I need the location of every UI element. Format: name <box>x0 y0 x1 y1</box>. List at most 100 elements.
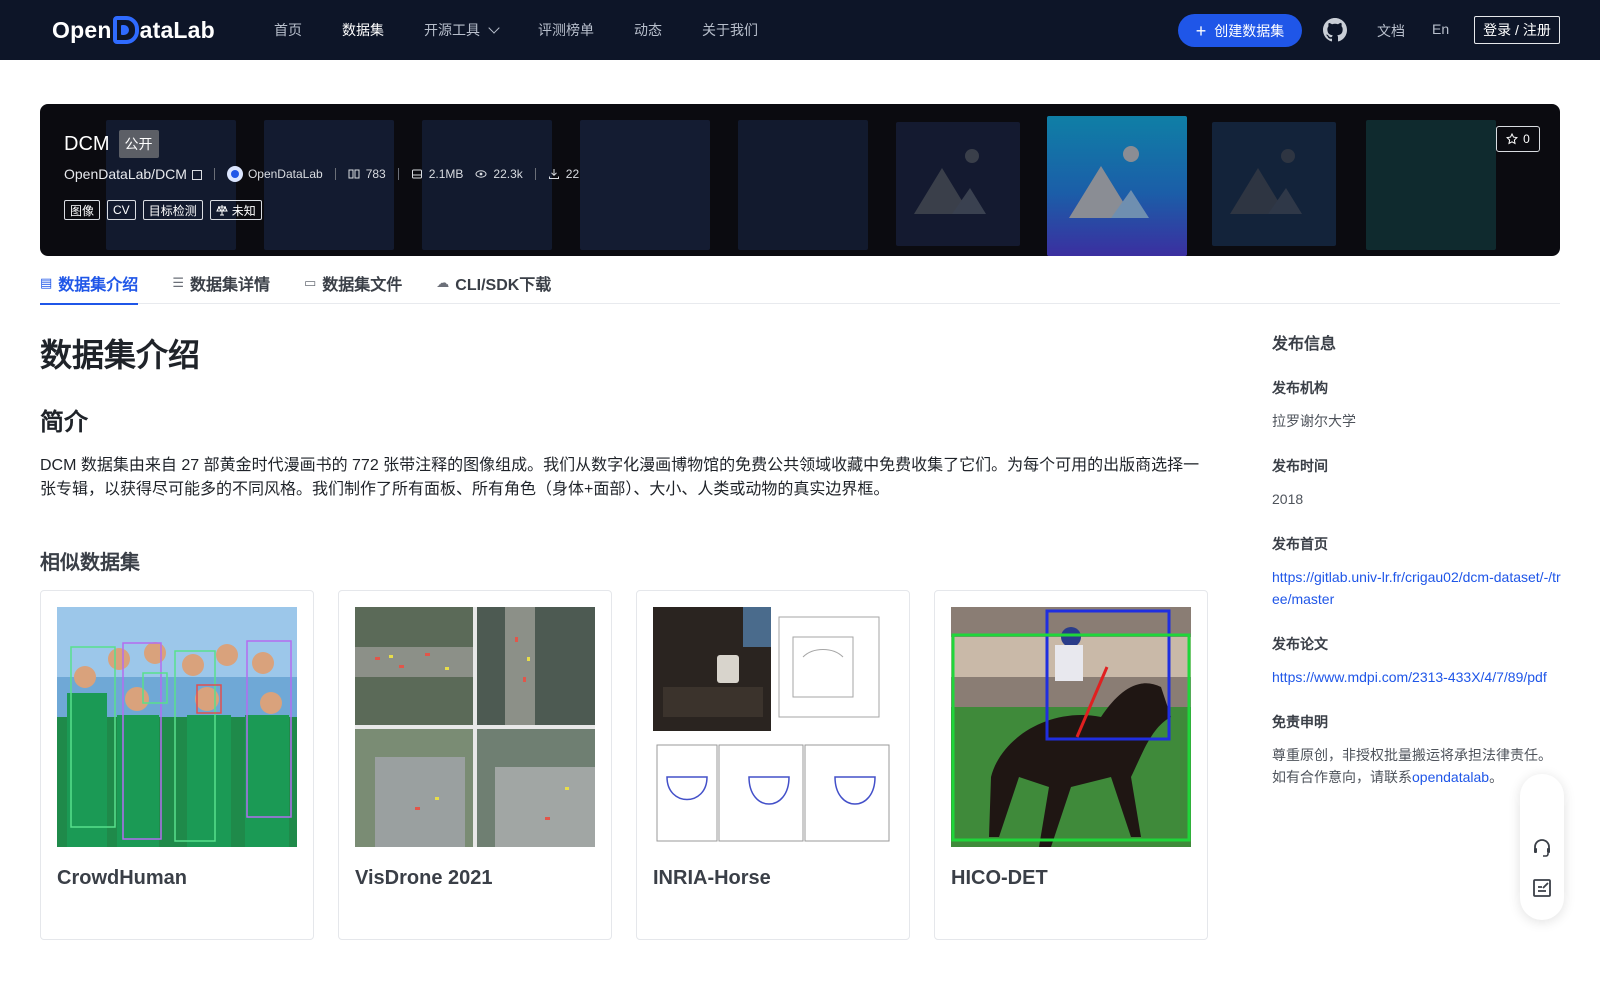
github-icon[interactable] <box>1323 18 1347 42</box>
disclaimer-text: 尊重原创，非授权批量搬运将承担法律责任。如有合作意向，请联系opendatala… <box>1272 744 1562 788</box>
license-tag[interactable]: 未知 <box>209 200 262 220</box>
login-register-button[interactable]: 登录 / 注册 <box>1474 16 1560 44</box>
tab-cli-sdk[interactable]: ☁ CLI/SDK下载 <box>436 262 551 304</box>
image-placeholder-icon <box>1047 116 1187 256</box>
tab-details[interactable]: ☰ 数据集详情 <box>172 262 270 304</box>
intro-heading: 简介 <box>40 409 88 436</box>
nav-news[interactable]: 动态 <box>634 20 662 40</box>
logo-d-mark <box>112 16 139 44</box>
nav-docs[interactable]: 文档 <box>1377 21 1405 41</box>
image-placeholder-icon <box>1212 122 1336 246</box>
star-icon <box>1506 133 1519 145</box>
file-count-value: 783 <box>365 167 386 181</box>
divider <box>397 168 399 180</box>
dataset-banner: DCM 公开 OpenDataLab/DCM OpenDataLab 783 2… <box>40 104 1560 256</box>
contact-link[interactable]: opendatalab <box>1412 769 1489 785</box>
opendatalab-logo[interactable]: Open ataLab <box>52 15 215 45</box>
similar-dataset-card[interactable]: HICO-DET <box>934 590 1208 940</box>
publisher-value: 拉罗谢尔大学 <box>1272 413 1356 429</box>
similar-dataset-list: CrowdHuman VisDrone 2021 INRIA-Horse HIC… <box>40 590 1232 940</box>
similar-dataset-name: CrowdHuman <box>57 867 187 889</box>
image-placeholder-icon <box>896 122 1020 246</box>
dataset-meta: OpenDataLab/DCM OpenDataLab 783 2.1MB 22… <box>64 166 579 182</box>
headset-icon[interactable] <box>1530 836 1554 860</box>
divider <box>213 168 215 180</box>
top-nav: Open ataLab 首页 数据集 开源工具 评测榜单 动态 关于我们 + 创建… <box>0 0 1600 60</box>
scale-icon <box>215 205 228 216</box>
homepage-link[interactable]: https://gitlab.univ-lr.fr/crigau02/dcm-d… <box>1272 566 1562 610</box>
list-icon: ☰ <box>172 275 184 290</box>
file-icon: ▭ <box>303 275 317 290</box>
book-icon <box>348 169 360 179</box>
divider <box>334 168 336 180</box>
tab-files[interactable]: ▭ 数据集文件 <box>304 262 402 304</box>
create-dataset-label: 创建数据集 <box>1214 22 1285 39</box>
disk-icon <box>411 169 422 179</box>
similar-dataset-card[interactable]: VisDrone 2021 <box>338 590 612 940</box>
similar-heading: 相似数据集 <box>40 552 140 574</box>
banner-thumbnail <box>422 120 552 250</box>
dataset-description: DCM 数据集由来自 27 部黄金时代漫画书的 772 张带注释的图像组成。我们… <box>40 457 1200 498</box>
view-count-value: 22.3k <box>493 167 523 181</box>
disclaimer-end: 。 <box>1489 769 1504 785</box>
dataset-size-value: 2.1MB <box>428 167 464 181</box>
similar-dataset-name: HICO-DET <box>951 867 1048 889</box>
paper-link[interactable]: https://www.mdpi.com/2313-433X/4/7/89/pd… <box>1272 666 1562 688</box>
publish-time-label: 发布时间 <box>1272 458 1328 474</box>
tag-list: 图像 CV 目标检测 未知 <box>64 200 269 220</box>
logo-text-datalab: ataLab <box>139 16 215 43</box>
tab-intro[interactable]: ▤ 数据集介绍 <box>40 262 139 305</box>
paper-label: 发布论文 <box>1272 636 1328 652</box>
feedback-edit-icon[interactable] <box>1530 876 1554 900</box>
similar-dataset-card[interactable]: INRIA-Horse <box>636 590 910 940</box>
visdrone-thumbnail <box>355 607 595 847</box>
tag-detection[interactable]: 目标检测 <box>142 200 203 220</box>
banner-thumbnail <box>1366 120 1496 250</box>
logo-text-open: Open <box>52 16 112 43</box>
license-value: 未知 <box>231 203 256 218</box>
inria-horse-thumbnail <box>653 607 893 847</box>
view-count: 22.3k <box>475 167 523 181</box>
language-switch[interactable]: En <box>1432 21 1449 37</box>
nav-open-tools[interactable]: 开源工具 <box>424 20 500 40</box>
tag-cv[interactable]: CV <box>107 200 136 220</box>
org-link[interactable]: OpenDataLab <box>226 166 323 182</box>
nav-home[interactable]: 首页 <box>274 20 302 40</box>
download-count-value: 22 <box>565 167 580 181</box>
banner-thumbnail <box>738 120 868 250</box>
page-title: 数据集介绍 <box>40 337 201 373</box>
org-name: OpenDataLab <box>247 167 323 181</box>
download-icon <box>548 169 559 179</box>
nav-datasets[interactable]: 数据集 <box>342 20 384 40</box>
org-avatar-icon <box>226 166 243 182</box>
plus-icon: + <box>1195 20 1207 41</box>
tab-files-label: 数据集文件 <box>322 277 403 294</box>
dataset-path: OpenDataLab/DCM <box>64 166 187 182</box>
nav-leaderboard[interactable]: 评测榜单 <box>538 20 594 40</box>
dataset-tabs: ▤ 数据集介绍 ☰ 数据集详情 ▭ 数据集文件 ☁ CLI/SDK下载 <box>40 262 1560 305</box>
divider <box>534 168 536 180</box>
similar-dataset-card[interactable]: CrowdHuman <box>40 590 314 940</box>
tab-details-label: 数据集详情 <box>189 277 270 294</box>
download-count: 22 <box>548 167 579 181</box>
tag-image[interactable]: 图像 <box>64 200 101 220</box>
tab-cli-sdk-label: CLI/SDK下载 <box>455 277 552 294</box>
disclaimer-label: 免责申明 <box>1272 714 1328 730</box>
chevron-down-icon <box>488 22 500 34</box>
eye-icon <box>475 170 487 178</box>
create-dataset-button[interactable]: + 创建数据集 <box>1178 14 1302 47</box>
nav-about[interactable]: 关于我们 <box>702 20 758 40</box>
star-button[interactable]: 0 <box>1496 126 1540 152</box>
dataset-title: DCM 公开 <box>64 130 159 158</box>
publish-time-value: 2018 <box>1272 491 1304 507</box>
homepage-label: 发布首页 <box>1272 536 1328 552</box>
publish-info-title: 发布信息 <box>1272 336 1337 353</box>
visibility-badge: 公开 <box>118 130 159 158</box>
publish-info-panel: 发布信息 发布机构 拉罗谢尔大学 发布时间 2018 发布首页 https://… <box>1272 330 1562 812</box>
copy-icon[interactable] <box>191 170 202 180</box>
tab-intro-label: 数据集介绍 <box>58 277 139 294</box>
database-icon: ▤ <box>40 275 53 290</box>
similar-dataset-name: VisDrone 2021 <box>355 867 493 889</box>
similar-dataset-name: INRIA-Horse <box>653 867 771 889</box>
publisher-label: 发布机构 <box>1272 380 1328 396</box>
